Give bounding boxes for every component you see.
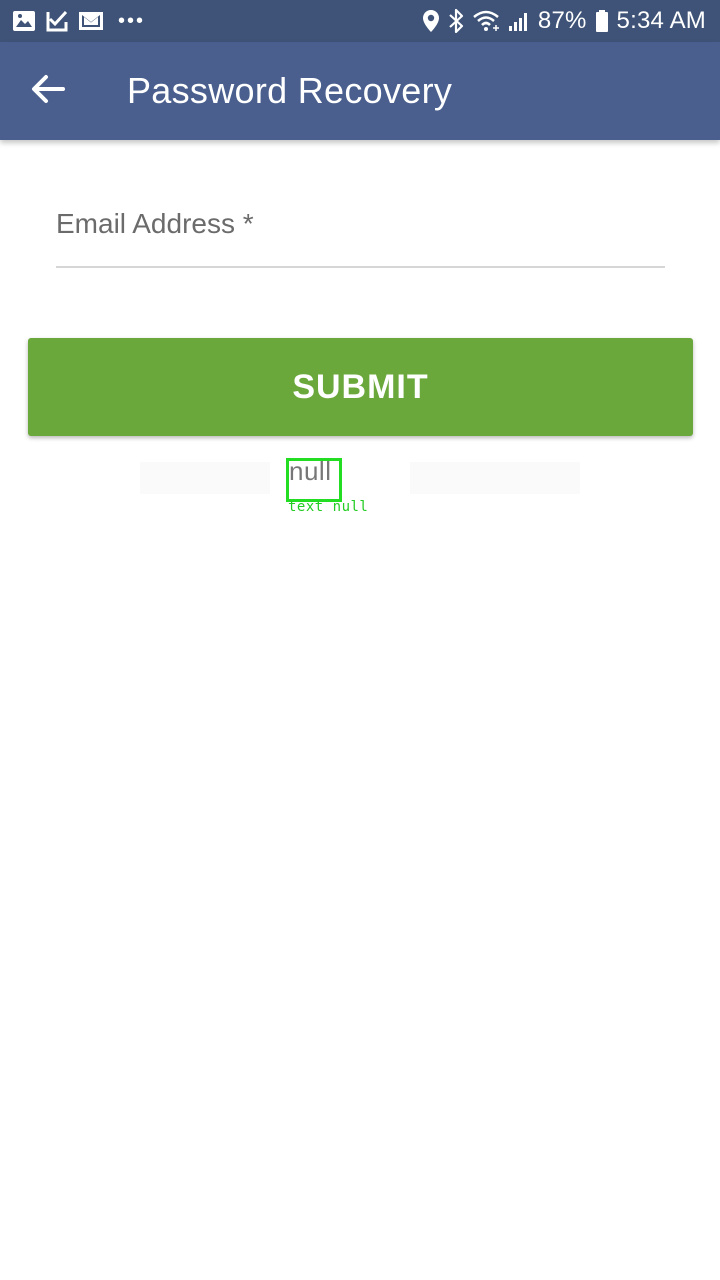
back-button[interactable]: [24, 67, 72, 115]
bluetooth-icon: [448, 8, 464, 34]
battery-icon: [595, 9, 609, 33]
debug-caption: text null: [288, 499, 369, 515]
email-field[interactable]: Email Address *: [56, 196, 665, 268]
arrow-back-icon: [31, 74, 65, 109]
battery-percent: 87%: [537, 7, 587, 34]
gmail-icon: [78, 10, 104, 32]
location-icon: [422, 9, 440, 33]
faint-divider: [410, 462, 580, 494]
check-doc-icon: [46, 10, 68, 32]
clock: 5:34 AM: [616, 7, 706, 34]
faint-divider: [140, 462, 270, 494]
more-notifications-indicator: •••: [118, 10, 146, 32]
status-bar: ••• 87% 5:34 AM: [0, 0, 720, 42]
app-toolbar: Password Recovery: [0, 42, 720, 140]
signal-icon: [508, 10, 530, 32]
image-icon: [12, 10, 36, 32]
email-input[interactable]: [56, 196, 665, 266]
page-title: Password Recovery: [127, 70, 453, 111]
wifi-icon: [472, 9, 500, 33]
status-right-icons: 87% 5:34 AM: [422, 0, 706, 42]
debug-bounding-box: [286, 458, 342, 502]
submit-button[interactable]: SUBMIT: [28, 338, 693, 436]
status-left-icons: •••: [12, 0, 145, 42]
